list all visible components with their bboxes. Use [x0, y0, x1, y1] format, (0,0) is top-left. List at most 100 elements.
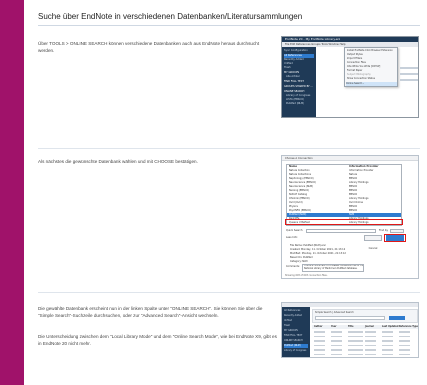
quick-search-input[interactable]: [306, 229, 376, 233]
table-cell: [331, 340, 342, 342]
sidebar-item[interactable]: Recently Added: [284, 314, 302, 318]
connection-list: Name Information Provider Nature Collect…: [286, 164, 402, 226]
simple-search-input[interactable]: [315, 316, 385, 320]
menubar-items: File Edit References Groups Tools Window…: [285, 42, 346, 46]
table-cell: [314, 353, 325, 355]
search-button[interactable]: [389, 316, 405, 320]
table-cell: [399, 344, 410, 346]
table-cell: [382, 353, 393, 355]
table-cell: [348, 344, 363, 346]
table-header-cell[interactable]: Journal: [365, 325, 374, 329]
table-cell: [399, 340, 410, 342]
table-cell: [382, 344, 393, 346]
sidebar-group-find-full-text: FIND FULL TEXT: [284, 80, 304, 83]
table-cell: [348, 335, 363, 337]
cancel-button[interactable]: Cancel: [364, 235, 382, 250]
screenshot-online-search: All References Recently Added Unfiled Trash…: [281, 302, 419, 358]
list-line: [400, 73, 418, 75]
left-accent-bar: [0, 0, 24, 385]
table-row[interactable]: [312, 335, 418, 339]
table-header-cell[interactable]: Last Updated: [382, 325, 398, 329]
find-by-label: Find by: [379, 229, 388, 232]
table-cell: [348, 331, 363, 333]
table-cell: [365, 335, 376, 337]
table-cell: [314, 349, 325, 351]
section-2-text: Als nächstes die gewünschte Datenbank wä…: [38, 159, 198, 164]
table-cell: [365, 331, 376, 333]
menu-item-connection-status[interactable]: Show Connection Status: [347, 77, 375, 81]
table-cell: [314, 331, 325, 333]
table-row[interactable]: [312, 353, 418, 357]
table-cell: [365, 349, 376, 351]
search-panel: Simple Search | Advanced Search: [312, 309, 418, 323]
table-cell: [399, 335, 410, 337]
sidebar-item-sync[interactable]: Sync Configuration: [284, 49, 308, 53]
sidebar-item-trash[interactable]: Trash: [284, 66, 291, 70]
sidebar-item-alle-artikel[interactable]: Alle Artikel: [286, 75, 299, 79]
table-cell: [348, 340, 363, 342]
sidebar-item[interactable]: PubMed (NLM): [284, 344, 308, 348]
sidebar-item[interactable]: MY GROUPS: [284, 329, 298, 333]
sidebar-group-shared: GROUPS SHARED BY ...: [284, 85, 313, 88]
sidebar-item[interactable]: FIND FULL TEXT: [284, 334, 302, 338]
comments-text: This is a concurrent HTTP-based connecti…: [304, 264, 364, 270]
table-cell: [365, 340, 376, 342]
table-cell: [382, 340, 393, 342]
table-cell: [399, 331, 410, 333]
table-cell: [314, 340, 325, 342]
sidebar-item[interactable]: Library of Congress: [284, 349, 306, 353]
screenshot-tools-menu: EndNote 20 - My EndNote Library.enl File…: [281, 36, 419, 118]
less-info-toggle[interactable]: Less Info:: [286, 236, 298, 240]
table-cell: [331, 331, 342, 333]
table-row[interactable]: [312, 348, 418, 352]
sidebar: All References Recently Added Unfiled Trash…: [282, 307, 310, 357]
table-row[interactable]: [312, 339, 418, 343]
find-by-select[interactable]: [390, 229, 404, 233]
section-3-text: Die gewählte Datenbank erscheint nun in …: [38, 306, 263, 318]
section-divider: [38, 148, 420, 149]
tools-dropdown-menu: Install EndNote Click Browser Extension …: [344, 47, 398, 87]
list-line: [400, 79, 418, 81]
document-page: Suche über EndNote in verschiedenen Date…: [24, 0, 427, 385]
sidebar-item[interactable]: ONLINE SEARCH: [284, 339, 303, 343]
table-cell: [382, 331, 393, 333]
table-header-cell[interactable]: Author: [314, 325, 322, 329]
menu-item-online-search[interactable]: Online Search...: [346, 82, 397, 86]
table-cell: [314, 344, 325, 346]
sidebar-item[interactable]: Unfiled: [284, 319, 292, 323]
choose-button[interactable]: Choose: [386, 235, 404, 249]
table-header-cell[interactable]: Reference Type: [399, 325, 418, 329]
table-cell: [331, 349, 342, 351]
comments-box: This is a concurrent HTTP-based connecti…: [302, 264, 364, 272]
screenshot-choose-connection: Choose A Connection Name Information Pro…: [281, 155, 419, 279]
results-table: Author Year Title Journal Last Updated Refere…: [312, 325, 418, 357]
quick-search-label: Quick Search: [286, 229, 303, 232]
table-header-cell[interactable]: Title: [348, 325, 354, 329]
dialog-footer: Showing 693 of 693 connection files.: [285, 274, 328, 277]
search-tabs[interactable]: Simple Search | Advanced Search: [315, 311, 354, 315]
cancel-button-label: Cancel: [368, 247, 378, 250]
table-cell: [348, 349, 363, 351]
section-4-text: Die Unterscheidung zwischen dem "Local L…: [38, 334, 277, 346]
table-row[interactable]: [312, 344, 418, 348]
table-cell: [382, 349, 393, 351]
table-header-cell[interactable]: Year: [331, 325, 336, 329]
sidebar-item[interactable]: Trash: [284, 324, 290, 328]
section-1-text: Über TOOLS > ONLINE SEARCH können versch…: [38, 41, 260, 53]
dialog-title: Choose A Connection: [285, 156, 313, 160]
table-cell: [314, 335, 325, 337]
sidebar-item[interactable]: All References: [284, 309, 300, 313]
table-cell: [399, 353, 410, 355]
sidebar-item-pubmed[interactable]: PubMed (NLM): [286, 102, 304, 106]
window-title: EndNote 20 - My EndNote Library.enl: [285, 37, 341, 41]
choose-button-label: Choose: [390, 246, 400, 249]
list-line: [400, 67, 418, 69]
table-cell: [365, 353, 376, 355]
table-cell: [382, 335, 393, 337]
table-cell: [365, 344, 376, 346]
selection-highlight: [285, 219, 403, 225]
table-cell: [399, 349, 410, 351]
table-cell: [331, 344, 342, 346]
table-cell: [331, 353, 342, 355]
table-row[interactable]: [312, 330, 418, 334]
